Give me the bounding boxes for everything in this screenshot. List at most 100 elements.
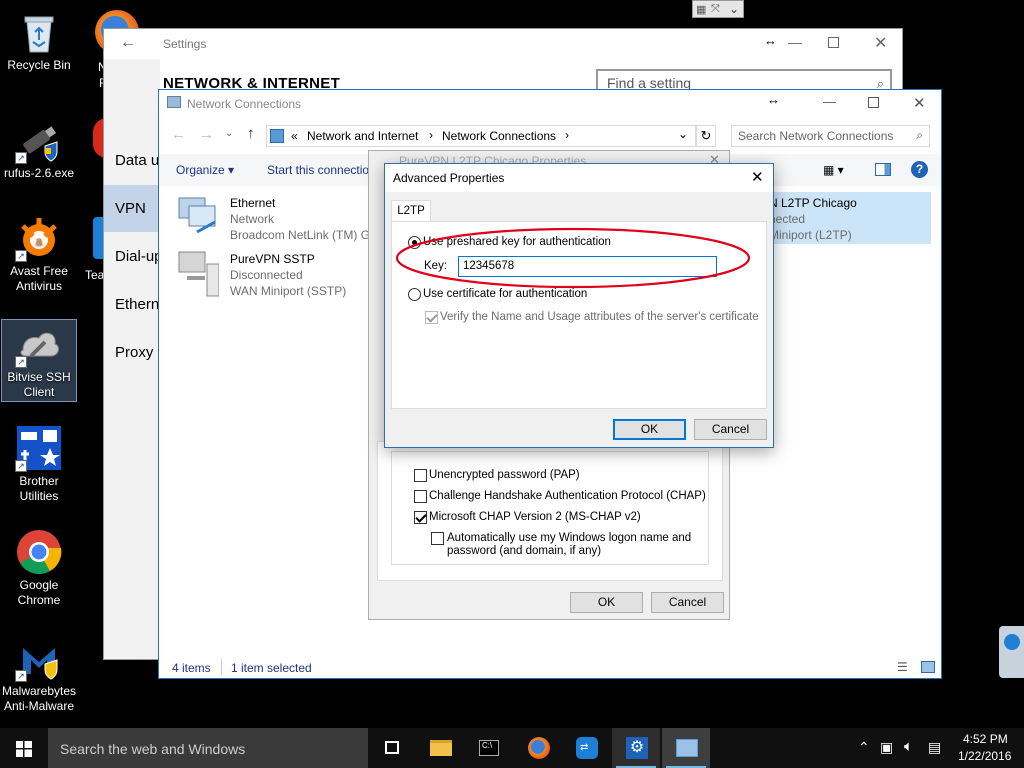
highlight-annotation [395,227,751,289]
maximize-button[interactable] [828,37,839,48]
malwarebytes-icon[interactable]: ↗ Malwarebytes Anti-Malware [1,634,77,714]
up-arrow-icon[interactable]: ↑ [247,125,255,142]
move-icon: ⤧ [711,3,720,15]
verify-certificate-checkbox[interactable] [425,311,438,324]
details-view-icon[interactable]: ☰ [897,660,908,674]
mschap-v2-checkbox[interactable] [414,511,427,524]
address-dropdown-icon[interactable]: ⌄ [678,127,688,141]
organize-label: Organize [176,163,225,177]
props-ok-button[interactable]: OK [570,592,643,613]
teamviewer-side-panel[interactable] [999,626,1024,678]
clock-time[interactable]: 4:52 PM [963,732,1008,746]
refresh-button[interactable]: ↻ [696,125,716,147]
command-prompt-taskbar-button[interactable]: C:\ [464,728,512,768]
resize-cursor-icon: ↔ [764,33,777,48]
close-button[interactable]: ✕ [874,33,887,53]
teamviewer-arrows-icon: ⇄ [580,742,589,753]
settings-app-icon: ⚙ [626,737,648,759]
maximize-button[interactable] [868,97,879,108]
folder-icon [430,740,452,756]
connection-name: PureVPN SSTP [230,252,315,266]
clock-date[interactable]: 1/22/2016 [958,749,1011,763]
brother-utilities-icon[interactable]: ↗ Brother Utilities [1,424,77,504]
back-arrow-icon[interactable]: ← [171,126,186,143]
breadcrumb-network-and-internet[interactable]: Network and Internet [307,129,418,143]
minimize-button[interactable]: — [788,34,802,50]
recycle-bin-icon[interactable]: Recycle Bin [1,8,77,73]
google-chrome-icon[interactable]: Google Chrome [1,528,77,608]
file-explorer-taskbar-button[interactable] [416,728,464,768]
desktop-icon-label: Bitvise SSH Client [7,370,71,399]
teamviewer-taskbar-button[interactable]: ⇄ [562,728,610,768]
trash-icon [15,8,63,56]
floating-toolbar[interactable]: ▦ ⤧ ⌄ [692,0,744,18]
settings-title: Settings [163,37,207,51]
nav-item-label: Dial-up [115,248,160,265]
malwarebytes-logo-icon: ↗ [15,634,63,682]
props-cancel-button[interactable]: Cancel [651,592,724,613]
search-placeholder: Search Network Connections [738,129,894,143]
avast-icon[interactable]: a ↗ Avast Free Antivirus [1,214,77,294]
start-button[interactable] [0,728,48,768]
chap-label: Challenge Handshake Authentication Proto… [429,490,706,502]
control-panel-icon [270,129,284,143]
network-folder-icon [167,96,181,108]
large-icons-view-icon[interactable] [921,661,935,673]
shortcut-arrow-icon: ↗ [15,356,27,368]
settings-taskbar-button[interactable]: ⚙ [612,728,660,768]
auto-logon-label-line1: Automatically use my Windows logon name … [447,532,692,544]
adv-cancel-button[interactable]: Cancel [694,419,767,440]
organize-menu[interactable]: Organize ▾ [176,163,234,177]
verify-certificate-label: Verify the Name and Usage attributes of … [440,311,759,323]
pap-checkbox[interactable] [414,469,427,482]
rufus-icon[interactable]: ↗ rufus-2.6.exe [1,116,77,181]
task-view-button[interactable] [368,728,416,768]
grid-icon: ▦ [696,4,707,16]
network-connections-taskbar-button[interactable] [662,728,710,768]
connection-item-ethernet[interactable]: Ethernet Network Broadcom NetLink (TM) G [175,194,375,244]
tab-l2tp[interactable]: L2TP [391,200,431,222]
notifications-icon[interactable]: ▤ [928,739,941,756]
recent-chevron-icon[interactable]: ⌄ [225,128,233,139]
connection-device: Miniport (L2TP) [769,228,852,242]
netconn-title: Network Connections [187,97,302,111]
view-options-icon[interactable]: ▦ ▾ [823,163,844,177]
forward-arrow-icon[interactable]: → [199,126,214,143]
search-network-connections-input[interactable]: Search Network Connections ⌕ [731,125,930,147]
close-button[interactable]: ✕ [913,94,926,112]
breadcrumb-network-connections[interactable]: Network Connections [442,129,556,143]
chap-checkbox[interactable] [414,490,427,503]
adv-ok-button[interactable]: OK [613,419,686,440]
close-button[interactable]: ✕ [751,168,764,186]
breadcrumb-overflow[interactable]: « [291,129,298,143]
nav-item-proxy[interactable]: Proxy [104,333,160,373]
cortana-search-box[interactable]: Search the web and Windows [48,728,368,768]
bitvise-icon[interactable]: ↗ Bitvise SSH Client [1,319,77,402]
preview-pane-icon[interactable] [875,163,891,176]
firefox-taskbar-button[interactable] [514,728,562,768]
nav-item-data-usage[interactable]: Data u [104,141,160,181]
start-connection-button[interactable]: Start this connectio [267,163,369,177]
show-hidden-icons-button[interactable]: ⌃ [858,739,870,756]
nav-item-label: VPN [115,200,146,217]
bitvise-logo-icon: ↗ [15,320,63,368]
minimize-button[interactable]: — [823,94,836,109]
desktop-icon-label: Avast Free Antivirus [10,264,68,293]
back-arrow-icon[interactable]: ← [120,34,136,52]
breadcrumb-separator-icon: › [565,128,569,142]
nav-item-ethernet[interactable]: Etherne [104,285,160,325]
connection-item-purevpn-sstp[interactable]: PureVPN SSTP Disconnected WAN Miniport (… [175,250,375,300]
connection-status: Network [230,212,275,226]
help-icon[interactable]: ? [911,161,928,178]
address-bar[interactable]: « Network and Internet › Network Connect… [266,125,696,147]
pap-label: Unencrypted password (PAP) [429,469,580,481]
nav-item-vpn[interactable]: VPN [104,185,160,232]
auto-logon-checkbox[interactable] [431,532,444,545]
network-tray-icon[interactable]: ▣ [880,739,893,756]
desktop-icon-label: Malwarebytes Anti-Malware [1,684,77,713]
chrome-logo-icon [15,528,63,576]
nav-item-dial-up[interactable]: Dial-up [104,237,160,277]
volume-icon[interactable]: 🔈︎ [904,738,913,755]
task-view-icon [385,741,399,754]
certificate-radio[interactable] [408,288,421,301]
